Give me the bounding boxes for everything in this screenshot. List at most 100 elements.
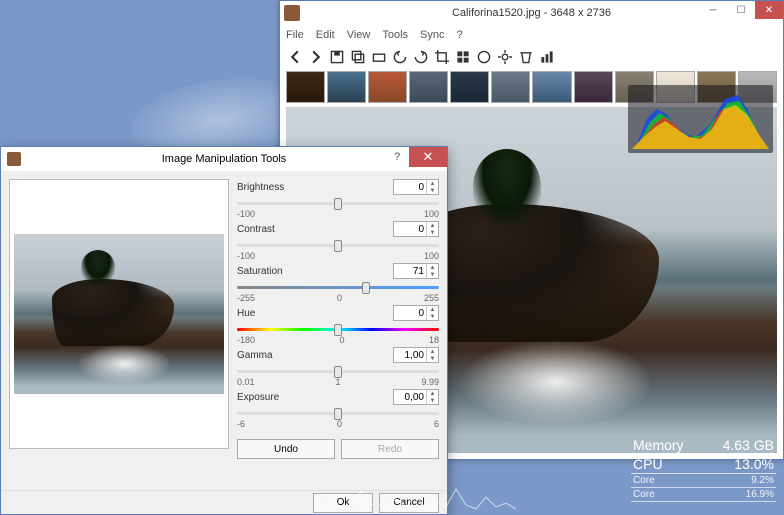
exposure-label: Exposure xyxy=(237,392,279,403)
saturation-spinbox[interactable]: ▲▼ xyxy=(393,263,439,279)
exposure-thumb[interactable] xyxy=(334,408,342,420)
preview-pane xyxy=(9,179,229,449)
undo-button[interactable]: Undo xyxy=(237,439,335,459)
spin-down-icon[interactable]: ▼ xyxy=(427,313,438,320)
main-titlebar[interactable]: Califorina1520.jpg - 3648 x 2736 ─ ☐ ✕ xyxy=(280,1,783,25)
copy-icon[interactable] xyxy=(349,48,367,66)
saturation-input[interactable] xyxy=(394,264,426,278)
thumbnail[interactable] xyxy=(491,71,530,103)
preview-image xyxy=(14,234,224,394)
spin-down-icon[interactable]: ▼ xyxy=(427,187,438,194)
hue-thumb[interactable] xyxy=(334,324,342,336)
contrast-input[interactable] xyxy=(394,222,426,236)
menu-file[interactable]: File xyxy=(286,29,304,41)
open-icon[interactable] xyxy=(370,48,388,66)
spin-down-icon[interactable]: ▼ xyxy=(427,229,438,236)
hue-spinbox[interactable]: ▲▼ xyxy=(393,305,439,321)
memory-label: Memory xyxy=(633,437,684,453)
dialog-help-button[interactable]: ? xyxy=(385,147,409,167)
gamma-spinbox[interactable]: ▲▼ xyxy=(393,347,439,363)
settings-icon[interactable] xyxy=(496,48,514,66)
info-icon[interactable] xyxy=(475,48,493,66)
thumbnail[interactable] xyxy=(286,71,325,103)
forward-icon[interactable] xyxy=(307,48,325,66)
brightness-spinbox[interactable]: ▲▼ xyxy=(393,179,439,195)
spin-up-icon[interactable]: ▲ xyxy=(427,390,438,397)
redo-button[interactable]: Redo xyxy=(341,439,439,459)
minimize-button[interactable]: ─ xyxy=(699,1,727,19)
slider-saturation: Saturation ▲▼ -2550255 xyxy=(237,263,439,303)
menu-view[interactable]: View xyxy=(347,29,371,41)
thumbnail[interactable] xyxy=(450,71,489,103)
hue-label: Hue xyxy=(237,308,255,319)
hue-input[interactable] xyxy=(394,306,426,320)
core2-label: Core xyxy=(633,489,655,500)
trash-icon[interactable] xyxy=(517,48,535,66)
spin-up-icon[interactable]: ▲ xyxy=(427,222,438,229)
exposure-spinbox[interactable]: ▲▼ xyxy=(393,389,439,405)
thumbnail[interactable] xyxy=(327,71,366,103)
dialog-title: Image Manipulation Tools xyxy=(162,153,287,165)
dialog-icon xyxy=(7,152,21,166)
menubar: File Edit View Tools Sync ? xyxy=(280,25,783,45)
brightness-thumb[interactable] xyxy=(334,198,342,210)
core1-value: 9.2% xyxy=(751,475,774,486)
filters-icon[interactable] xyxy=(454,48,472,66)
saturation-track[interactable] xyxy=(237,280,439,294)
gamma-thumb[interactable] xyxy=(334,366,342,378)
slider-hue: Hue ▲▼ -180018 xyxy=(237,305,439,345)
cpu-value: 13.0% xyxy=(734,456,774,472)
cpu-label: CPU xyxy=(633,456,663,472)
thumbnail[interactable] xyxy=(532,71,571,103)
histogram-overlay[interactable] xyxy=(628,85,773,153)
hue-track[interactable] xyxy=(237,322,439,336)
thumbnail[interactable] xyxy=(368,71,407,103)
close-button[interactable]: ✕ xyxy=(755,1,783,19)
contrast-thumb[interactable] xyxy=(334,240,342,252)
chart-icon[interactable] xyxy=(538,48,556,66)
rotate-ccw-icon[interactable] xyxy=(391,48,409,66)
spin-up-icon[interactable]: ▲ xyxy=(427,180,438,187)
exposure-input[interactable] xyxy=(394,390,426,404)
slider-gamma: Gamma ▲▼ 0.0119.99 xyxy=(237,347,439,387)
menu-edit[interactable]: Edit xyxy=(316,29,335,41)
menu-sync[interactable]: Sync xyxy=(420,29,444,41)
spin-up-icon[interactable]: ▲ xyxy=(427,264,438,271)
toolbar xyxy=(280,45,783,69)
app-icon xyxy=(284,5,300,21)
contrast-track[interactable] xyxy=(237,238,439,252)
contrast-label: Contrast xyxy=(237,224,275,235)
maximize-button[interactable]: ☐ xyxy=(727,1,755,19)
core1-label: Core xyxy=(633,475,655,486)
back-icon[interactable] xyxy=(286,48,304,66)
crop-icon[interactable] xyxy=(433,48,451,66)
menu-tools[interactable]: Tools xyxy=(382,29,408,41)
menu-help[interactable]: ? xyxy=(457,29,463,41)
gamma-input[interactable] xyxy=(394,348,426,362)
brightness-label: Brightness xyxy=(237,182,284,193)
slider-contrast: Contrast ▲▼ -100100 xyxy=(237,221,439,261)
cpu-sparkline xyxy=(316,471,516,511)
dialog-close-button[interactable]: ✕ xyxy=(409,147,447,167)
spin-down-icon[interactable]: ▼ xyxy=(427,355,438,362)
gamma-track[interactable] xyxy=(237,364,439,378)
spin-up-icon[interactable]: ▲ xyxy=(427,348,438,355)
spin-down-icon[interactable]: ▼ xyxy=(427,271,438,278)
thumbnail[interactable] xyxy=(409,71,448,103)
system-monitor-widget: Memory4.63 GB CPU13.0% Core9.2% Core16.9… xyxy=(436,436,776,511)
brightness-track[interactable] xyxy=(237,196,439,210)
spin-down-icon[interactable]: ▼ xyxy=(427,397,438,404)
save-icon[interactable] xyxy=(328,48,346,66)
thumbnail[interactable] xyxy=(574,71,613,103)
contrast-spinbox[interactable]: ▲▼ xyxy=(393,221,439,237)
window-title: Califorina1520.jpg - 3648 x 2736 xyxy=(452,7,611,19)
rotate-cw-icon[interactable] xyxy=(412,48,430,66)
dialog-titlebar[interactable]: Image Manipulation Tools ? ✕ xyxy=(1,147,447,171)
exposure-track[interactable] xyxy=(237,406,439,420)
spin-up-icon[interactable]: ▲ xyxy=(427,306,438,313)
image-manipulation-dialog: Image Manipulation Tools ? ✕ Brightness … xyxy=(0,146,448,515)
brightness-input[interactable] xyxy=(394,180,426,194)
saturation-thumb[interactable] xyxy=(362,282,370,294)
slider-panel: Brightness ▲▼ -100100 Contrast ▲▼ -10010… xyxy=(237,179,439,482)
memory-value: 4.63 GB xyxy=(723,437,774,453)
